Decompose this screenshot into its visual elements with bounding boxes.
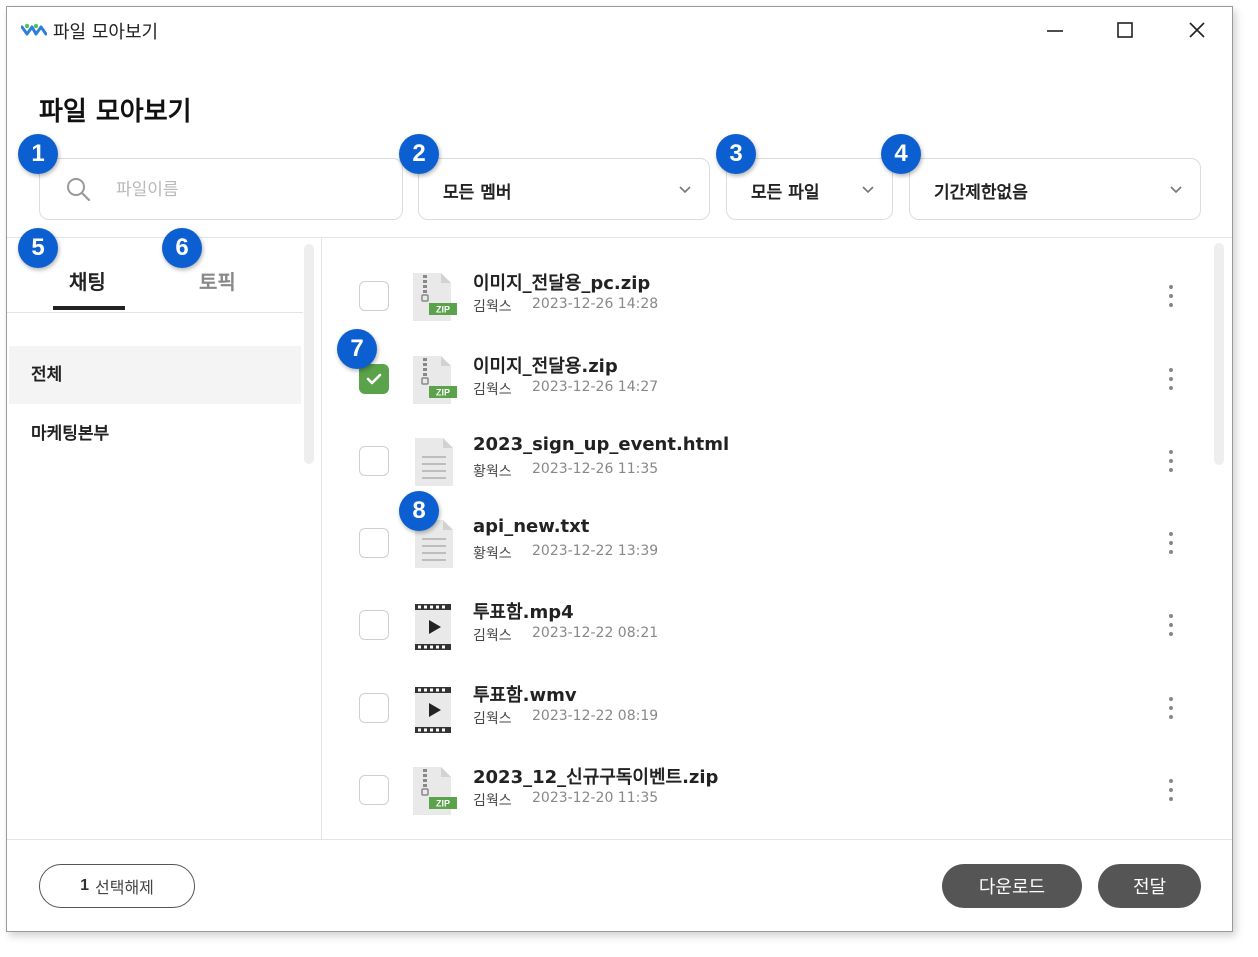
file-checkbox[interactable] xyxy=(359,775,389,805)
more-options-icon[interactable] xyxy=(1165,530,1177,556)
video-file-icon xyxy=(415,604,451,650)
sidebar-item-marketing[interactable]: 마케팅본부 xyxy=(9,405,301,463)
file-sender: 김웍스 xyxy=(473,628,512,644)
file-sender: 김웍스 xyxy=(473,793,512,809)
callout-badge-4: 4 xyxy=(881,134,921,174)
svg-text:ZIP: ZIP xyxy=(436,305,450,315)
file-date: 2023-12-26 14:27 xyxy=(532,379,659,395)
callout-badge-3: 3 xyxy=(716,134,756,174)
more-options-icon[interactable] xyxy=(1165,283,1177,309)
file-row[interactable]: ZIP 이미지_전달용.zip 김웍스 2023-12-26 14:27 xyxy=(341,338,1211,420)
svg-text:ZIP: ZIP xyxy=(436,799,450,809)
member-dropdown[interactable]: 모든 멤버 xyxy=(418,158,710,220)
title-bar: 파일 모아보기 xyxy=(7,7,1232,53)
zip-file-icon: ZIP xyxy=(413,273,457,321)
tabs-divider xyxy=(7,312,303,313)
zip-file-icon: ZIP xyxy=(413,767,457,815)
file-name[interactable]: 2023_sign_up_event.html xyxy=(473,434,729,455)
maximize-icon xyxy=(1117,22,1133,38)
search-input[interactable] xyxy=(114,175,318,205)
selected-count: 1 xyxy=(80,877,89,894)
app-logo-icon xyxy=(21,23,47,36)
file-checkbox-checked[interactable] xyxy=(359,364,389,394)
file-date: 2023-12-22 08:21 xyxy=(532,625,659,641)
member-dropdown-label: 모든 멤버 xyxy=(443,183,512,203)
search-box xyxy=(39,158,403,220)
document-file-icon xyxy=(415,438,453,486)
file-list-scrollbar[interactable] xyxy=(1214,243,1224,465)
zip-file-icon: ZIP xyxy=(413,356,457,404)
callout-badge-2: 2 xyxy=(399,134,439,174)
window-title: 파일 모아보기 xyxy=(53,22,159,43)
more-options-icon[interactable] xyxy=(1165,366,1177,392)
minimize-icon xyxy=(1047,30,1063,32)
file-row[interactable]: 투표함.mp4 김웍스 2023-12-22 08:21 xyxy=(341,584,1211,666)
minimize-button[interactable] xyxy=(1035,15,1075,45)
file-row[interactable]: 2023_sign_up_event.html 황웍스 2023-12-26 1… xyxy=(341,420,1211,502)
file-date: 2023-12-22 13:39 xyxy=(532,543,659,559)
file-row[interactable]: ZIP 이미지_전달용_pc.zip 김웍스 2023-12-26 14:28 xyxy=(341,255,1211,337)
file-name[interactable]: 투표함.mp4 xyxy=(473,598,574,624)
period-dropdown-label: 기간제한없음 xyxy=(934,183,1028,203)
file-sender: 김웍스 xyxy=(473,711,512,727)
file-checkbox[interactable] xyxy=(359,446,389,476)
sidebar-item-all[interactable]: 전체 xyxy=(9,346,301,404)
more-options-icon[interactable] xyxy=(1165,695,1177,721)
file-name[interactable]: 이미지_전달용_pc.zip xyxy=(473,269,650,295)
file-collection-window: 파일 모아보기 파일 모아보기 모든 멤버 모든 파일 기간제한없음 채팅 xyxy=(6,6,1233,932)
page-title: 파일 모아보기 xyxy=(39,97,192,127)
file-date: 2023-12-20 11:35 xyxy=(532,790,659,806)
active-tab-indicator xyxy=(53,306,125,310)
chevron-down-icon xyxy=(862,186,874,194)
checkmark-icon xyxy=(366,373,382,385)
file-row[interactable]: ZIP 2023_12_신규구독이벤트.zip 김웍스 2023-12-20 1… xyxy=(341,749,1211,831)
callout-badge-1: 1 xyxy=(18,134,58,174)
chevron-down-icon xyxy=(1170,186,1182,194)
more-options-icon[interactable] xyxy=(1165,777,1177,803)
file-date: 2023-12-26 11:35 xyxy=(532,461,659,477)
close-icon xyxy=(1189,22,1205,38)
file-sender: 김웍스 xyxy=(473,299,512,315)
search-icon xyxy=(67,178,91,202)
callout-badge-8: 8 xyxy=(399,491,439,531)
video-file-icon xyxy=(415,687,451,733)
more-options-icon[interactable] xyxy=(1165,612,1177,638)
file-sender: 김웍스 xyxy=(473,382,512,398)
file-name[interactable]: 투표함.wmv xyxy=(473,681,577,707)
more-options-icon[interactable] xyxy=(1165,448,1177,474)
callout-badge-7: 7 xyxy=(337,329,377,369)
file-date: 2023-12-26 14:28 xyxy=(532,296,659,312)
file-name[interactable]: 이미지_전달용.zip xyxy=(473,352,618,378)
period-dropdown[interactable]: 기간제한없음 xyxy=(909,158,1201,220)
deselect-button[interactable]: 1 선택해제 xyxy=(39,864,195,908)
file-checkbox[interactable] xyxy=(359,528,389,558)
deselect-label: 선택해제 xyxy=(95,880,154,897)
footer-divider xyxy=(7,839,1232,840)
close-button[interactable] xyxy=(1177,15,1217,45)
file-name[interactable]: api_new.txt xyxy=(473,516,589,537)
sidebar: 채팅 토픽 전체 마케팅본부 xyxy=(7,238,322,840)
svg-text:ZIP: ZIP xyxy=(436,388,450,398)
file-sender: 황웍스 xyxy=(473,464,512,480)
chevron-down-icon xyxy=(679,186,691,194)
file-checkbox[interactable] xyxy=(359,610,389,640)
file-checkbox[interactable] xyxy=(359,693,389,723)
forward-button[interactable]: 전달 xyxy=(1098,864,1201,908)
file-row[interactable]: api_new.txt 황웍스 2023-12-22 13:39 xyxy=(341,502,1211,584)
file-row[interactable]: 투표함.wmv 김웍스 2023-12-22 08:19 xyxy=(341,667,1211,749)
file-checkbox[interactable] xyxy=(359,281,389,311)
callout-badge-5: 5 xyxy=(18,228,58,268)
sidebar-scrollbar[interactable] xyxy=(304,244,314,464)
tab-topic[interactable]: 토픽 xyxy=(199,266,236,295)
file-date: 2023-12-22 08:19 xyxy=(532,708,659,724)
file-name[interactable]: 2023_12_신규구독이벤트.zip xyxy=(473,763,718,789)
tab-chat[interactable]: 채팅 xyxy=(69,266,106,295)
file-type-dropdown-label: 모든 파일 xyxy=(751,183,820,203)
download-button[interactable]: 다운로드 xyxy=(942,864,1082,908)
maximize-button[interactable] xyxy=(1105,15,1145,45)
callout-badge-6: 6 xyxy=(162,228,202,268)
file-sender: 황웍스 xyxy=(473,546,512,562)
file-type-dropdown[interactable]: 모든 파일 xyxy=(726,158,893,220)
